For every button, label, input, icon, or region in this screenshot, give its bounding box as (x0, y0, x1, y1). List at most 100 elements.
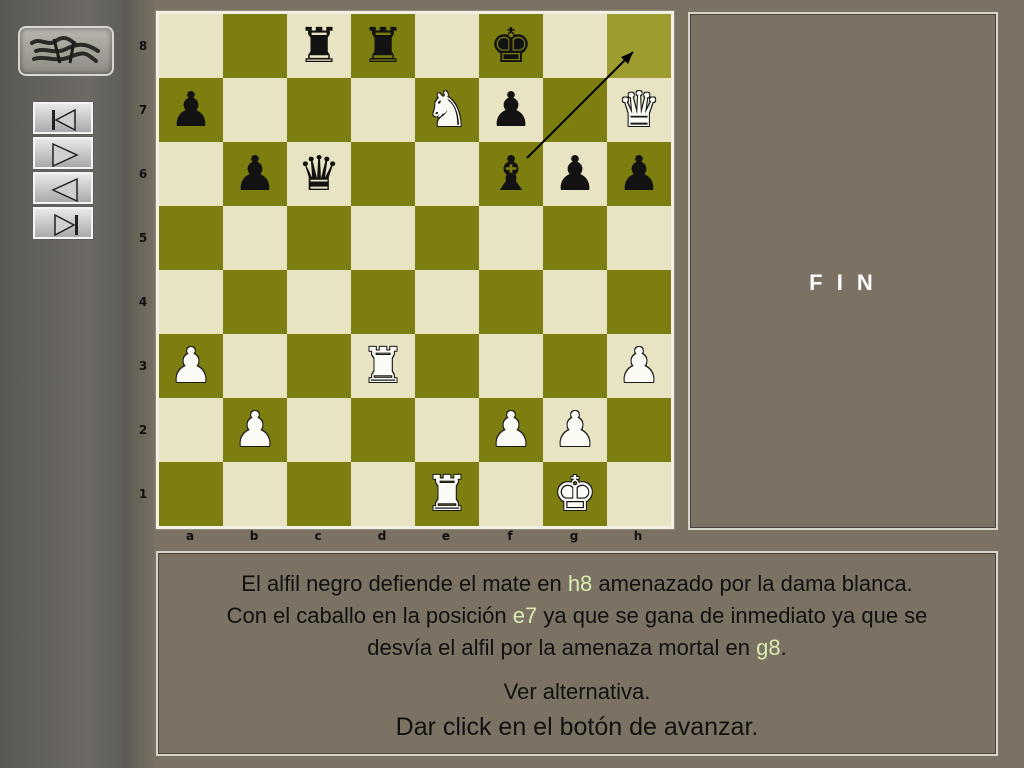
square-b4[interactable] (223, 270, 287, 334)
next-move-button[interactable] (32, 136, 94, 170)
status-text: F I N (809, 270, 877, 295)
commentary-line-3: desvía el alfil por la amenaza mortal en… (367, 635, 787, 660)
square-highlight: e7 (512, 603, 538, 628)
skip-to-start-icon (52, 108, 76, 132)
white-piece-e1[interactable]: ♜ (415, 462, 479, 526)
white-piece-h7[interactable]: ♛ (607, 78, 671, 142)
square-a5[interactable] (159, 206, 223, 270)
square-g8[interactable] (543, 14, 607, 78)
rank-label: 6 (138, 167, 148, 181)
file-label: e (441, 529, 451, 543)
file-label: c (314, 529, 322, 543)
square-f4[interactable] (479, 270, 543, 334)
white-piece-g2[interactable]: ♟ (543, 398, 607, 462)
file-label: f (507, 529, 513, 543)
white-piece-e7[interactable]: ♞ (415, 78, 479, 142)
chess-board-frame: ♜ ♜ ♚ ♟ ♞ ♟ ♛ ♟ ♛ ♝ ♟ ♟ ♟ ♜ ♟ ♟ ♟ ♟ ♜ ♚ (155, 10, 675, 530)
square-d1[interactable] (351, 462, 415, 526)
square-h4[interactable] (607, 270, 671, 334)
square-f5[interactable] (479, 206, 543, 270)
rank-label: 3 (138, 359, 148, 373)
square-b8[interactable] (223, 14, 287, 78)
black-piece-f6[interactable]: ♝ (479, 142, 543, 206)
square-g3[interactable] (543, 334, 607, 398)
square-c4[interactable] (287, 270, 351, 334)
square-f3[interactable] (479, 334, 543, 398)
rank-label: 7 (138, 103, 148, 117)
commentary-line-2: Con el caballo en la posición e7 ya que … (226, 603, 928, 628)
square-a1[interactable] (159, 462, 223, 526)
square-g5[interactable] (543, 206, 607, 270)
last-move-button[interactable] (32, 206, 94, 240)
white-piece-d3[interactable]: ♜ (351, 334, 415, 398)
play-forward-icon (52, 142, 79, 168)
square-d2[interactable] (351, 398, 415, 462)
alternative-link[interactable]: Ver alternativa. (158, 679, 996, 705)
square-a4[interactable] (159, 270, 223, 334)
square-b3[interactable] (223, 334, 287, 398)
commentary-line-1: El alfil negro defiende el mate en h8 am… (241, 571, 913, 596)
white-piece-a3[interactable]: ♟ (159, 334, 223, 398)
square-g4[interactable] (543, 270, 607, 334)
square-f1[interactable] (479, 462, 543, 526)
rank-label: 4 (138, 295, 148, 309)
black-piece-c8[interactable]: ♜ (287, 14, 351, 78)
white-piece-g1[interactable]: ♚ (543, 462, 607, 526)
square-g7[interactable] (543, 78, 607, 142)
square-highlight: h8 (567, 571, 593, 596)
white-piece-h3[interactable]: ♟ (607, 334, 671, 398)
file-label: g (569, 529, 579, 543)
square-c3[interactable] (287, 334, 351, 398)
square-h1[interactable] (607, 462, 671, 526)
logo-button[interactable] (18, 26, 114, 76)
rank-label: 2 (138, 423, 148, 437)
square-d7[interactable] (351, 78, 415, 142)
rank-label: 1 (138, 487, 148, 501)
file-label: a (185, 529, 195, 543)
rank-label: 5 (138, 231, 148, 245)
square-e6[interactable] (415, 142, 479, 206)
square-d5[interactable] (351, 206, 415, 270)
instruction-text: Dar click en el botón de avanzar. (395, 713, 759, 741)
black-piece-c6[interactable]: ♛ (287, 142, 351, 206)
black-piece-f8[interactable]: ♚ (479, 14, 543, 78)
square-e5[interactable] (415, 206, 479, 270)
square-a6[interactable] (159, 142, 223, 206)
previous-move-button[interactable] (32, 171, 94, 205)
black-piece-h6[interactable]: ♟ (607, 142, 671, 206)
square-e3[interactable] (415, 334, 479, 398)
file-label: d (377, 529, 387, 543)
black-piece-g6[interactable]: ♟ (543, 142, 607, 206)
chess-board[interactable]: ♜ ♜ ♚ ♟ ♞ ♟ ♛ ♟ ♛ ♝ ♟ ♟ ♟ ♜ ♟ ♟ ♟ ♟ ♜ ♚ (159, 14, 671, 526)
black-piece-b6[interactable]: ♟ (223, 142, 287, 206)
square-d4[interactable] (351, 270, 415, 334)
square-e4[interactable] (415, 270, 479, 334)
file-label: b (249, 529, 259, 543)
square-h2[interactable] (607, 398, 671, 462)
square-c7[interactable] (287, 78, 351, 142)
square-d6[interactable] (351, 142, 415, 206)
white-piece-f2[interactable]: ♟ (479, 398, 543, 462)
play-back-icon (51, 177, 78, 203)
square-b1[interactable] (223, 462, 287, 526)
rank-label: 8 (138, 39, 148, 53)
square-c1[interactable] (287, 462, 351, 526)
square-a2[interactable] (159, 398, 223, 462)
square-a8[interactable] (159, 14, 223, 78)
status-panel: F I N (688, 12, 998, 530)
black-piece-f7[interactable]: ♟ (479, 78, 543, 142)
square-b7[interactable] (223, 78, 287, 142)
square-c2[interactable] (287, 398, 351, 462)
square-h5[interactable] (607, 206, 671, 270)
black-piece-d8[interactable]: ♜ (351, 14, 415, 78)
first-move-button[interactable] (32, 101, 94, 135)
square-c5[interactable] (287, 206, 351, 270)
white-piece-b2[interactable]: ♟ (223, 398, 287, 462)
square-e8[interactable] (415, 14, 479, 78)
black-piece-a7[interactable]: ♟ (159, 78, 223, 142)
highlighted-square (607, 14, 671, 78)
file-label: h (633, 529, 643, 543)
signature-logo-icon (30, 36, 100, 64)
square-e2[interactable] (415, 398, 479, 462)
square-b5[interactable] (223, 206, 287, 270)
